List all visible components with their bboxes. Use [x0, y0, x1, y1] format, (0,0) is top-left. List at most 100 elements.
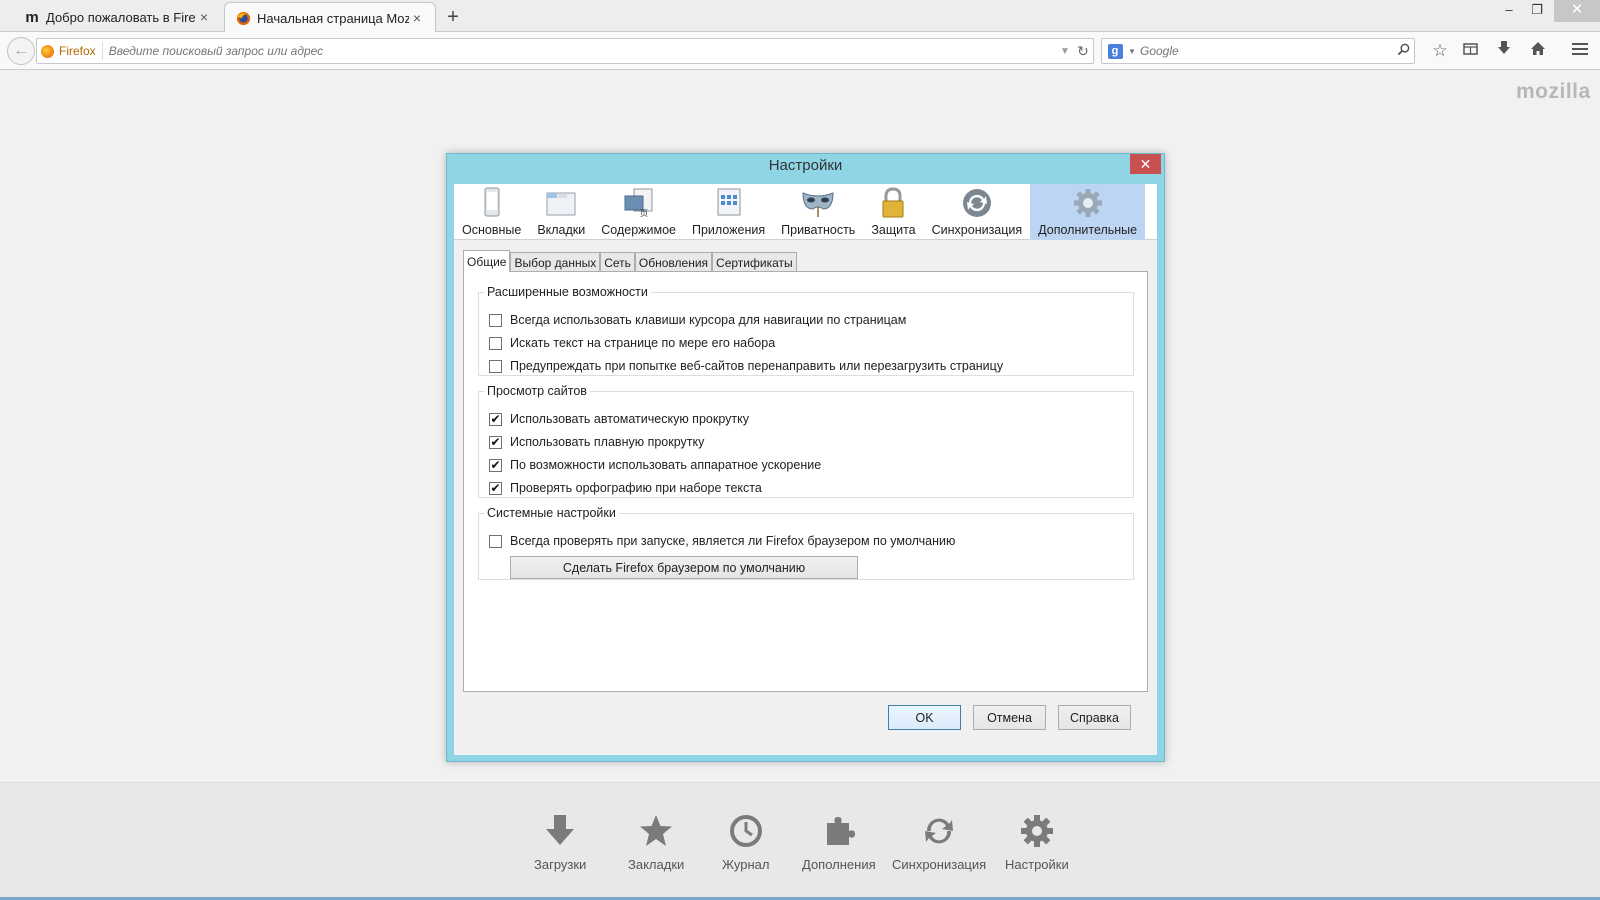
launcher-settings[interactable]: Настройки [1005, 813, 1069, 872]
launcher-bar: Загрузки Закладки Журнал Дополнения Синх… [0, 782, 1600, 900]
option-warn-redirect[interactable]: Предупреждать при попытке веб-сайтов пер… [489, 359, 1003, 373]
subtab-data-choices[interactable]: Выбор данных [510, 252, 601, 272]
bookmarks-menu-icon[interactable] [1458, 39, 1482, 63]
reload-icon[interactable]: ↻ [1073, 43, 1093, 60]
sync-icon [962, 189, 991, 217]
clock-icon [729, 815, 762, 847]
launcher-sync[interactable]: Синхронизация [892, 813, 986, 872]
checkbox[interactable] [489, 534, 502, 548]
window-close-button[interactable]: ✕ [1554, 0, 1600, 22]
option-label: Использовать автоматическую прокрутку [510, 412, 749, 426]
preferences-dialog: Настройки ✕ Основные Вкладки 页 Содержимо… [446, 153, 1165, 762]
option-label: Предупреждать при попытке веб-сайтов пер… [510, 359, 1004, 373]
search-bar[interactable]: g ▼ [1101, 38, 1415, 64]
option-check-default-browser[interactable]: Всегда проверять при запуске, является л… [489, 534, 955, 548]
pane-tabs[interactable]: Вкладки [529, 184, 593, 240]
pane-applications[interactable]: Приложения [684, 184, 773, 240]
pane-security[interactable]: Защита [863, 184, 923, 240]
pane-advanced[interactable]: Дополнительные [1030, 184, 1146, 240]
mozilla-m-icon: m [25, 8, 39, 26]
checkbox[interactable] [489, 336, 502, 350]
launcher-downloads[interactable]: Загрузки [534, 813, 586, 872]
option-label: Всегда проверять при запуске, является л… [510, 534, 956, 548]
downloads-icon[interactable] [1492, 39, 1516, 63]
subtab-certificates[interactable]: Сертификаты [712, 252, 797, 272]
content-icon: 页 [624, 188, 653, 218]
subtab-network[interactable]: Сеть [600, 252, 635, 272]
tab-close-icon[interactable]: × [196, 9, 212, 25]
home-icon[interactable] [1526, 39, 1550, 63]
firefox-icon [41, 44, 54, 58]
tab-close-icon[interactable]: × [409, 10, 425, 26]
pane-label: Защита [871, 223, 916, 237]
pane-privacy[interactable]: Приватность [773, 184, 863, 240]
option-label: По возможности использовать аппаратное у… [510, 458, 822, 472]
group-legend: Системные настройки [487, 506, 616, 520]
identity-label: Firefox [59, 44, 96, 58]
pane-general[interactable]: Основные [454, 184, 529, 240]
mask-icon [802, 192, 834, 217]
site-identity[interactable]: Firefox [37, 42, 103, 60]
restore-button[interactable]: ❐ [1522, 0, 1552, 22]
minimize-button[interactable]: – [1494, 0, 1524, 22]
svg-text:页: 页 [640, 209, 648, 218]
search-input[interactable] [1138, 43, 1392, 59]
pane-content[interactable]: 页 Содержимое [593, 184, 684, 240]
checkbox-checked[interactable]: ✔ [489, 458, 502, 472]
launcher-label: Синхронизация [892, 857, 987, 872]
option-hardware-acceleration[interactable]: ✔ По возможности использовать аппаратное… [489, 458, 821, 472]
checkbox-checked[interactable]: ✔ [489, 435, 502, 449]
launcher-label: Дополнения [802, 857, 876, 872]
option-label: Всегда использовать клавиши курсора для … [510, 313, 907, 327]
hamburger-menu-icon[interactable] [1568, 39, 1592, 63]
launcher-bookmarks[interactable]: Закладки [628, 813, 684, 872]
subtab-general[interactable]: Общие [463, 250, 511, 272]
launcher-addons[interactable]: Дополнения [802, 813, 876, 872]
option-smooth-scroll[interactable]: ✔ Использовать плавную прокрутку [489, 435, 704, 449]
navigation-toolbar: ← Firefox ▼ ↻ g ▼ ☆ [0, 32, 1600, 70]
pane-selector: Основные Вкладки 页 Содержимое Приложения… [454, 184, 1157, 240]
option-autoscroll[interactable]: ✔ Использовать автоматическую прокрутку [489, 412, 749, 426]
tab-start-page[interactable]: Начальная страница Mozi... × [224, 2, 436, 33]
phone-icon [484, 187, 500, 217]
new-tab-button[interactable]: + [440, 4, 466, 30]
general-subpanel: Расширенные возможности Всегда использов… [463, 271, 1148, 692]
history-dropdown-icon[interactable]: ▼ [1057, 46, 1073, 57]
cancel-button[interactable]: Отмена [973, 705, 1046, 730]
option-cursor-navigation[interactable]: Всегда использовать клавиши курсора для … [489, 313, 906, 327]
ok-button[interactable]: OK [888, 705, 961, 730]
tab-welcome[interactable]: m Добро пожаловать в Firefox × [14, 2, 222, 32]
pane-label: Синхронизация [931, 223, 1023, 237]
checkbox-checked[interactable]: ✔ [489, 481, 502, 495]
dialog-close-button[interactable]: ✕ [1130, 154, 1161, 174]
search-engine-button[interactable]: g [1102, 43, 1128, 59]
bookmark-star-icon[interactable]: ☆ [1428, 39, 1452, 63]
accessibility-group: Расширенные возможности Всегда использов… [478, 285, 1134, 376]
set-default-browser-button[interactable]: Сделать Firefox браузером по умолчанию [510, 556, 858, 579]
help-button[interactable]: Справка [1058, 705, 1131, 730]
search-icon[interactable] [1392, 43, 1414, 59]
url-bar[interactable]: Firefox ▼ ↻ [36, 38, 1094, 64]
pane-label: Приложения [692, 223, 766, 237]
chevron-down-icon[interactable]: ▼ [1128, 47, 1138, 56]
option-label: Использовать плавную прокрутку [510, 435, 705, 449]
option-find-as-you-type[interactable]: Искать текст на странице по мере его наб… [489, 336, 775, 350]
system-group: Системные настройки Всегда проверять при… [478, 506, 1134, 580]
option-spellcheck[interactable]: ✔ Проверять орфографию при наборе текста [489, 481, 762, 495]
launcher-label: Настройки [1005, 857, 1069, 872]
checkbox[interactable] [489, 313, 502, 327]
checkbox[interactable] [489, 359, 502, 373]
pane-label: Дополнительные [1038, 223, 1138, 237]
tab-label: Добро пожаловать в Firefox [46, 9, 196, 25]
back-button[interactable]: ← [7, 37, 35, 65]
puzzle-icon [826, 817, 855, 845]
launcher-label: Закладки [628, 857, 685, 872]
pane-sync[interactable]: Синхронизация [924, 184, 1031, 240]
checkbox-checked[interactable]: ✔ [489, 412, 502, 426]
launcher-history[interactable]: Журнал [722, 813, 769, 872]
launcher-label: Загрузки [534, 857, 587, 872]
dialog-content: Основные Вкладки 页 Содержимое Приложения… [454, 184, 1157, 755]
pane-label: Вкладки [537, 223, 586, 237]
subtab-update[interactable]: Обновления [634, 252, 713, 272]
url-input[interactable] [102, 43, 1057, 59]
